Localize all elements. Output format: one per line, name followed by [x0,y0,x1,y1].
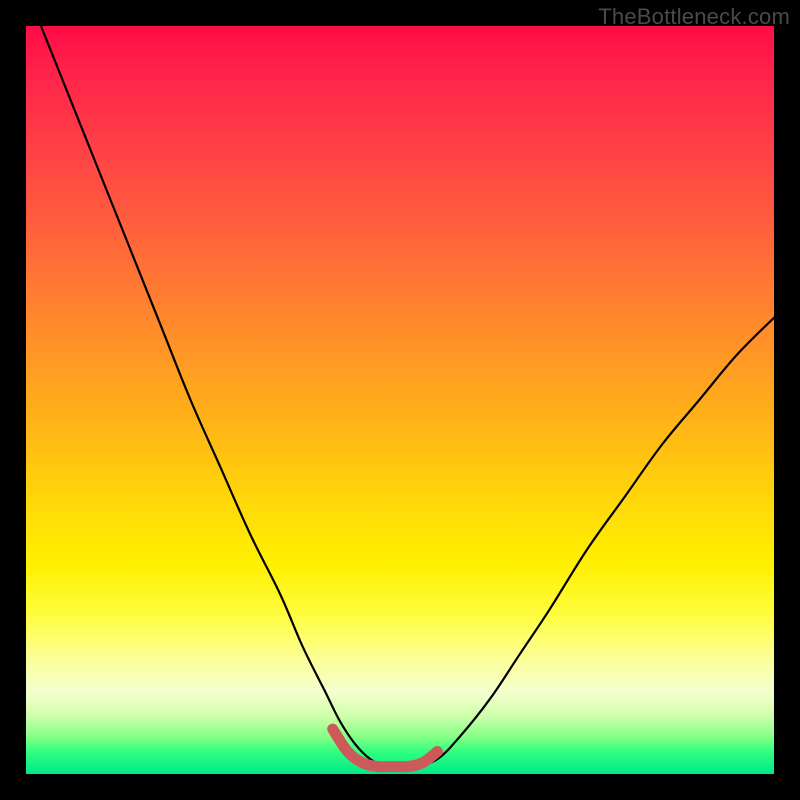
plot-area [26,26,774,774]
chart-frame: TheBottleneck.com [0,0,800,800]
curve-layer [26,26,774,774]
bottleneck-curve [41,26,774,767]
watermark-text: TheBottleneck.com [598,4,790,30]
